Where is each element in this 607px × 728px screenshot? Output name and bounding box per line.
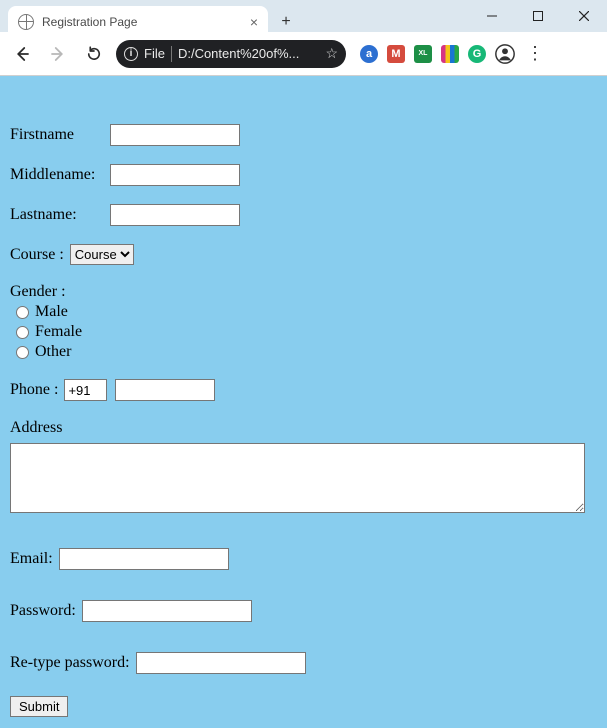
more-menu-icon[interactable]: ⋮ [524, 43, 546, 64]
close-window-button[interactable] [561, 0, 607, 32]
firstname-row: Firstname [10, 124, 597, 146]
retype-label: Re-type password: [10, 654, 130, 672]
reload-button[interactable] [80, 40, 108, 68]
lastname-label: Lastname: [10, 206, 104, 224]
password-row: Password: [10, 600, 597, 622]
gender-other-radio[interactable] [16, 346, 29, 359]
password-label: Password: [10, 602, 76, 620]
email-label: Email: [10, 550, 53, 568]
extension-icons: a M XL G [360, 45, 486, 63]
submit-button[interactable]: Submit [10, 696, 68, 717]
minimize-button[interactable] [469, 0, 515, 32]
browser-tab-active[interactable]: Registration Page × [8, 6, 268, 38]
middlename-row: Middlename: [10, 164, 597, 186]
middlename-input[interactable] [110, 164, 240, 186]
back-button[interactable] [8, 40, 36, 68]
email-row: Email: [10, 548, 597, 570]
gender-other-row: Other [10, 343, 597, 361]
lastname-row: Lastname: [10, 204, 597, 226]
phone-number-input[interactable] [115, 379, 215, 401]
extension-icon-a[interactable]: a [360, 45, 378, 63]
page-body: Firstname Middlename: Lastname: Course :… [0, 76, 607, 728]
address-bar: i File D:/Content%20of%... ☆ a M XL G ⋮ [0, 32, 607, 76]
profile-avatar-icon[interactable] [494, 43, 516, 65]
password-input[interactable] [82, 600, 252, 622]
address-block: Address [10, 419, 597, 518]
info-icon: i [124, 47, 138, 61]
retype-password-input[interactable] [136, 652, 306, 674]
middlename-label: Middlename: [10, 166, 104, 184]
phone-prefix-input[interactable] [64, 379, 107, 401]
window-title-bar: Registration Page × + [0, 0, 607, 32]
tab-title: Registration Page [42, 15, 137, 29]
forward-button[interactable] [44, 40, 72, 68]
gender-male-radio[interactable] [16, 306, 29, 319]
extension-icon-colors[interactable] [441, 45, 459, 63]
gender-other-label: Other [35, 343, 71, 361]
course-row: Course : Course [10, 244, 597, 265]
extension-icon-excel[interactable]: XL [414, 45, 432, 63]
gender-female-radio[interactable] [16, 326, 29, 339]
email-input[interactable] [59, 548, 229, 570]
maximize-button[interactable] [515, 0, 561, 32]
phone-row: Phone : [10, 379, 597, 401]
bookmark-star-icon[interactable]: ☆ [325, 45, 338, 62]
gender-male-label: Male [35, 303, 68, 321]
firstname-input[interactable] [110, 124, 240, 146]
address-label: Address [10, 419, 597, 437]
url-scheme: File [144, 46, 165, 61]
gender-block: Gender : Male Female Other [10, 283, 597, 361]
url-text: D:/Content%20of%... [178, 46, 299, 61]
gender-label: Gender : [10, 283, 597, 301]
new-tab-button[interactable]: + [274, 10, 298, 34]
gender-male-row: Male [10, 303, 597, 321]
phone-label: Phone : [10, 381, 58, 399]
gender-female-row: Female [10, 323, 597, 341]
window-controls [469, 0, 607, 32]
lastname-input[interactable] [110, 204, 240, 226]
extension-icon-gmail[interactable]: M [387, 45, 405, 63]
gender-female-label: Female [35, 323, 82, 341]
course-label: Course : [10, 246, 64, 264]
submit-row: Submit [10, 696, 597, 717]
firstname-label: Firstname [10, 126, 104, 144]
close-tab-icon[interactable]: × [250, 14, 258, 30]
retype-row: Re-type password: [10, 652, 597, 674]
globe-icon [18, 14, 34, 30]
address-textarea[interactable] [10, 443, 585, 513]
course-select[interactable]: Course [70, 244, 134, 265]
omnibox[interactable]: i File D:/Content%20of%... ☆ [116, 40, 346, 68]
omnibox-divider [171, 46, 172, 62]
extension-icon-grammarly[interactable]: G [468, 45, 486, 63]
